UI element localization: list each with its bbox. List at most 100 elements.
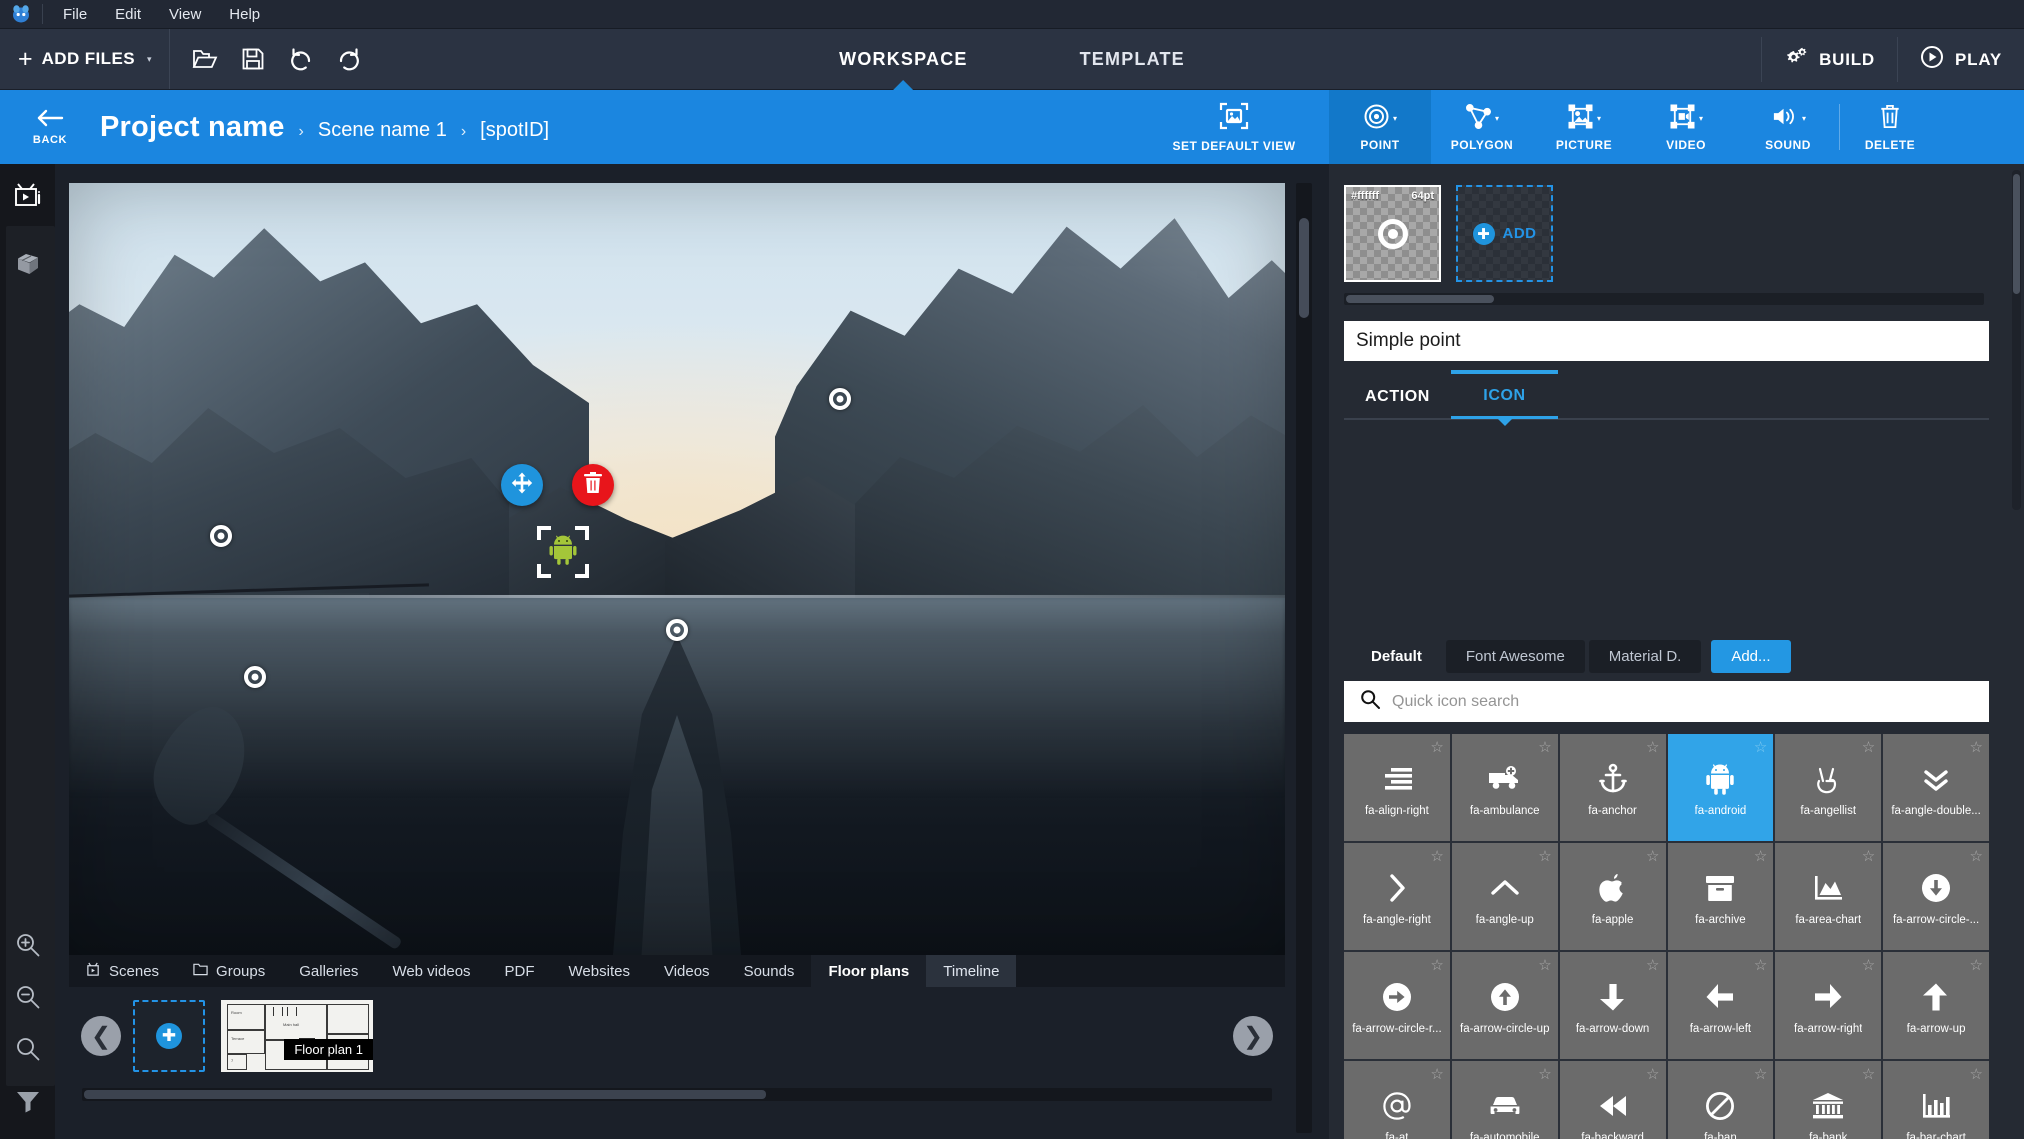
icon-cell-fa-area-chart[interactable]: ☆ fa-area-chart xyxy=(1775,843,1882,950)
icon-grid-scrollbar[interactable] xyxy=(2012,170,2021,510)
tab-template[interactable]: TEMPLATE xyxy=(1074,29,1191,90)
tab-action[interactable]: ACTION xyxy=(1344,375,1451,419)
icon-cell-fa-angle-double-down[interactable]: ☆ fa-angle-double... xyxy=(1883,734,1989,841)
icon-cell-fa-apple[interactable]: ☆ fa-apple xyxy=(1559,843,1666,950)
hotspot-marker-4[interactable] xyxy=(666,619,688,641)
hotspot-marker-1[interactable] xyxy=(829,388,851,410)
filmstrip-horizontal-scrollbar[interactable] xyxy=(82,1088,1272,1101)
scrollbar-thumb[interactable] xyxy=(2013,174,2020,294)
icon-cell-fa-arrow-left[interactable]: ☆ fa-arrow-left xyxy=(1667,952,1774,1059)
favorite-star-icon[interactable]: ☆ xyxy=(1862,1065,1875,1083)
move-hotspot-handle[interactable] xyxy=(501,464,543,506)
add-files-button[interactable]: + ADD FILES ▾ xyxy=(0,29,171,89)
set-default-view-button[interactable]: SET DEFAULT VIEW xyxy=(1139,90,1329,164)
favorite-star-icon[interactable]: ☆ xyxy=(1430,738,1443,756)
delete-hotspot-handle[interactable] xyxy=(572,464,614,506)
breadcrumb-scene[interactable]: Scene name 1 xyxy=(318,119,447,142)
libtab-default[interactable]: Default xyxy=(1351,640,1442,673)
icon-cell-fa-automobile[interactable]: ☆ fa-automobile xyxy=(1451,1061,1558,1139)
icon-cell-fa-arrow-circle-down[interactable]: ☆ fa-arrow-circle-... xyxy=(1883,843,1989,950)
favorite-star-icon[interactable]: ☆ xyxy=(1538,956,1551,974)
canvas-vertical-scrollbar[interactable] xyxy=(1296,183,1312,1133)
filmstrip-prev-button[interactable]: ❮ xyxy=(81,1016,121,1056)
icon-preset-card[interactable]: #ffffff 64pt xyxy=(1344,185,1441,282)
icon-cell-fa-arrow-circle-up[interactable]: ☆ fa-arrow-circle-up xyxy=(1451,952,1558,1059)
tool-video[interactable]: ▾ VIDEO xyxy=(1635,90,1737,164)
point-dropdown-icon[interactable]: ▾ xyxy=(1393,114,1397,123)
panorama-canvas[interactable] xyxy=(69,183,1285,955)
build-button[interactable]: BUILD xyxy=(1762,29,1897,90)
icon-cell-fa-angle-right[interactable]: ☆ fa-angle-right xyxy=(1344,843,1450,950)
icon-cell-fa-ambulance[interactable]: ☆ fa-ambulance xyxy=(1451,734,1558,841)
tab-workspace[interactable]: WORKSPACE xyxy=(833,29,973,90)
icon-search-box[interactable]: Quick icon search xyxy=(1344,681,1989,722)
bottom-tab-videos[interactable]: Videos xyxy=(647,955,727,987)
icon-cell-fa-archive[interactable]: ☆ fa-archive xyxy=(1667,843,1774,950)
rail-scenes-button[interactable] xyxy=(0,164,55,232)
icon-cell-fa-arrow-right[interactable]: ☆ fa-arrow-right xyxy=(1775,952,1882,1059)
bottom-tab-web-videos[interactable]: Web videos xyxy=(375,955,487,987)
rail-library-button[interactable] xyxy=(0,232,55,300)
icon-cell-fa-arrow-circle-right[interactable]: ☆ fa-arrow-circle-r... xyxy=(1344,952,1450,1059)
menu-item-file[interactable]: File xyxy=(49,2,101,27)
favorite-star-icon[interactable]: ☆ xyxy=(1970,956,1983,974)
icon-cell-fa-backward[interactable]: ☆ fa-backward xyxy=(1559,1061,1666,1139)
breadcrumb-project[interactable]: Project name xyxy=(100,111,285,144)
delete-hotspot-button[interactable]: DELETE xyxy=(1840,90,1940,164)
favorite-star-icon[interactable]: ☆ xyxy=(1646,847,1659,865)
bottom-tab-websites[interactable]: Websites xyxy=(552,955,647,987)
sound-dropdown-icon[interactable]: ▾ xyxy=(1802,114,1806,123)
icon-cell-fa-bar-chart[interactable]: ☆ fa-bar-chart xyxy=(1883,1061,1989,1139)
favorite-star-icon[interactable]: ☆ xyxy=(1862,738,1875,756)
bottom-tab-galleries[interactable]: Galleries xyxy=(282,955,375,987)
hotspot-marker-2[interactable] xyxy=(210,525,232,547)
picture-dropdown-icon[interactable]: ▾ xyxy=(1597,114,1601,123)
selected-hotspot-icon[interactable] xyxy=(537,526,589,578)
favorite-star-icon[interactable]: ☆ xyxy=(1538,847,1551,865)
open-folder-button[interactable] xyxy=(184,38,226,80)
icon-cell-fa-angle-up[interactable]: ☆ fa-angle-up xyxy=(1451,843,1558,950)
menu-item-edit[interactable]: Edit xyxy=(101,2,155,27)
bottom-tab-scenes[interactable]: Scenes xyxy=(69,955,176,987)
icon-cell-fa-arrow-down[interactable]: ☆ fa-arrow-down xyxy=(1559,952,1666,1059)
libtab-add[interactable]: Add... xyxy=(1711,640,1791,673)
bottom-tab-timeline[interactable]: Timeline xyxy=(926,955,1017,987)
icon-cell-fa-at[interactable]: ☆ fa-at xyxy=(1344,1061,1450,1139)
icon-cell-fa-android[interactable]: ☆ fa-android xyxy=(1667,734,1774,841)
menu-item-view[interactable]: View xyxy=(155,2,215,27)
favorite-star-icon[interactable]: ☆ xyxy=(1538,738,1551,756)
hotspot-marker-3[interactable] xyxy=(244,666,266,688)
favorite-star-icon[interactable]: ☆ xyxy=(1754,1065,1767,1083)
favorite-star-icon[interactable]: ☆ xyxy=(1430,1065,1443,1083)
back-button[interactable]: BACK xyxy=(0,90,100,164)
icon-cell-fa-align-right[interactable]: ☆ fa-align-right xyxy=(1344,734,1450,841)
polygon-dropdown-icon[interactable]: ▾ xyxy=(1495,114,1499,123)
favorite-star-icon[interactable]: ☆ xyxy=(1754,956,1767,974)
hotspot-name-input[interactable] xyxy=(1344,321,1989,361)
tool-sound[interactable]: ▾ SOUND xyxy=(1737,90,1839,164)
favorite-star-icon[interactable]: ☆ xyxy=(1430,956,1443,974)
scrollbar-thumb[interactable] xyxy=(1346,295,1494,303)
favorite-star-icon[interactable]: ☆ xyxy=(1754,738,1767,756)
favorite-star-icon[interactable]: ☆ xyxy=(1646,738,1659,756)
favorite-star-icon[interactable]: ☆ xyxy=(1970,738,1983,756)
bottom-tab-floor-plans[interactable]: Floor plans xyxy=(811,955,927,987)
icon-cell-fa-ban[interactable]: ☆ fa-ban xyxy=(1667,1061,1774,1139)
zoom-in-button[interactable] xyxy=(0,921,55,973)
menu-item-help[interactable]: Help xyxy=(215,2,274,27)
scrollbar-thumb[interactable] xyxy=(1299,218,1309,318)
undo-button[interactable] xyxy=(280,38,322,80)
redo-button[interactable] xyxy=(328,38,370,80)
tool-point[interactable]: ▾ POINT xyxy=(1329,90,1431,164)
icon-cell-fa-arrow-up[interactable]: ☆ fa-arrow-up xyxy=(1883,952,1989,1059)
video-dropdown-icon[interactable]: ▾ xyxy=(1699,114,1703,123)
filmstrip-next-button[interactable]: ❯ xyxy=(1233,1016,1273,1056)
favorite-star-icon[interactable]: ☆ xyxy=(1538,1065,1551,1083)
favorite-star-icon[interactable]: ☆ xyxy=(1862,956,1875,974)
favorite-star-icon[interactable]: ☆ xyxy=(1646,1065,1659,1083)
favorite-star-icon[interactable]: ☆ xyxy=(1430,847,1443,865)
bottom-tab-sounds[interactable]: Sounds xyxy=(727,955,812,987)
bottom-tab-groups[interactable]: Groups xyxy=(176,955,282,987)
add-floor-plan-button[interactable]: ✚ xyxy=(133,1000,205,1072)
floor-plan-thumbnail[interactable]: Room Terrace Main hall 7 Floor plan 1 xyxy=(221,1000,373,1072)
